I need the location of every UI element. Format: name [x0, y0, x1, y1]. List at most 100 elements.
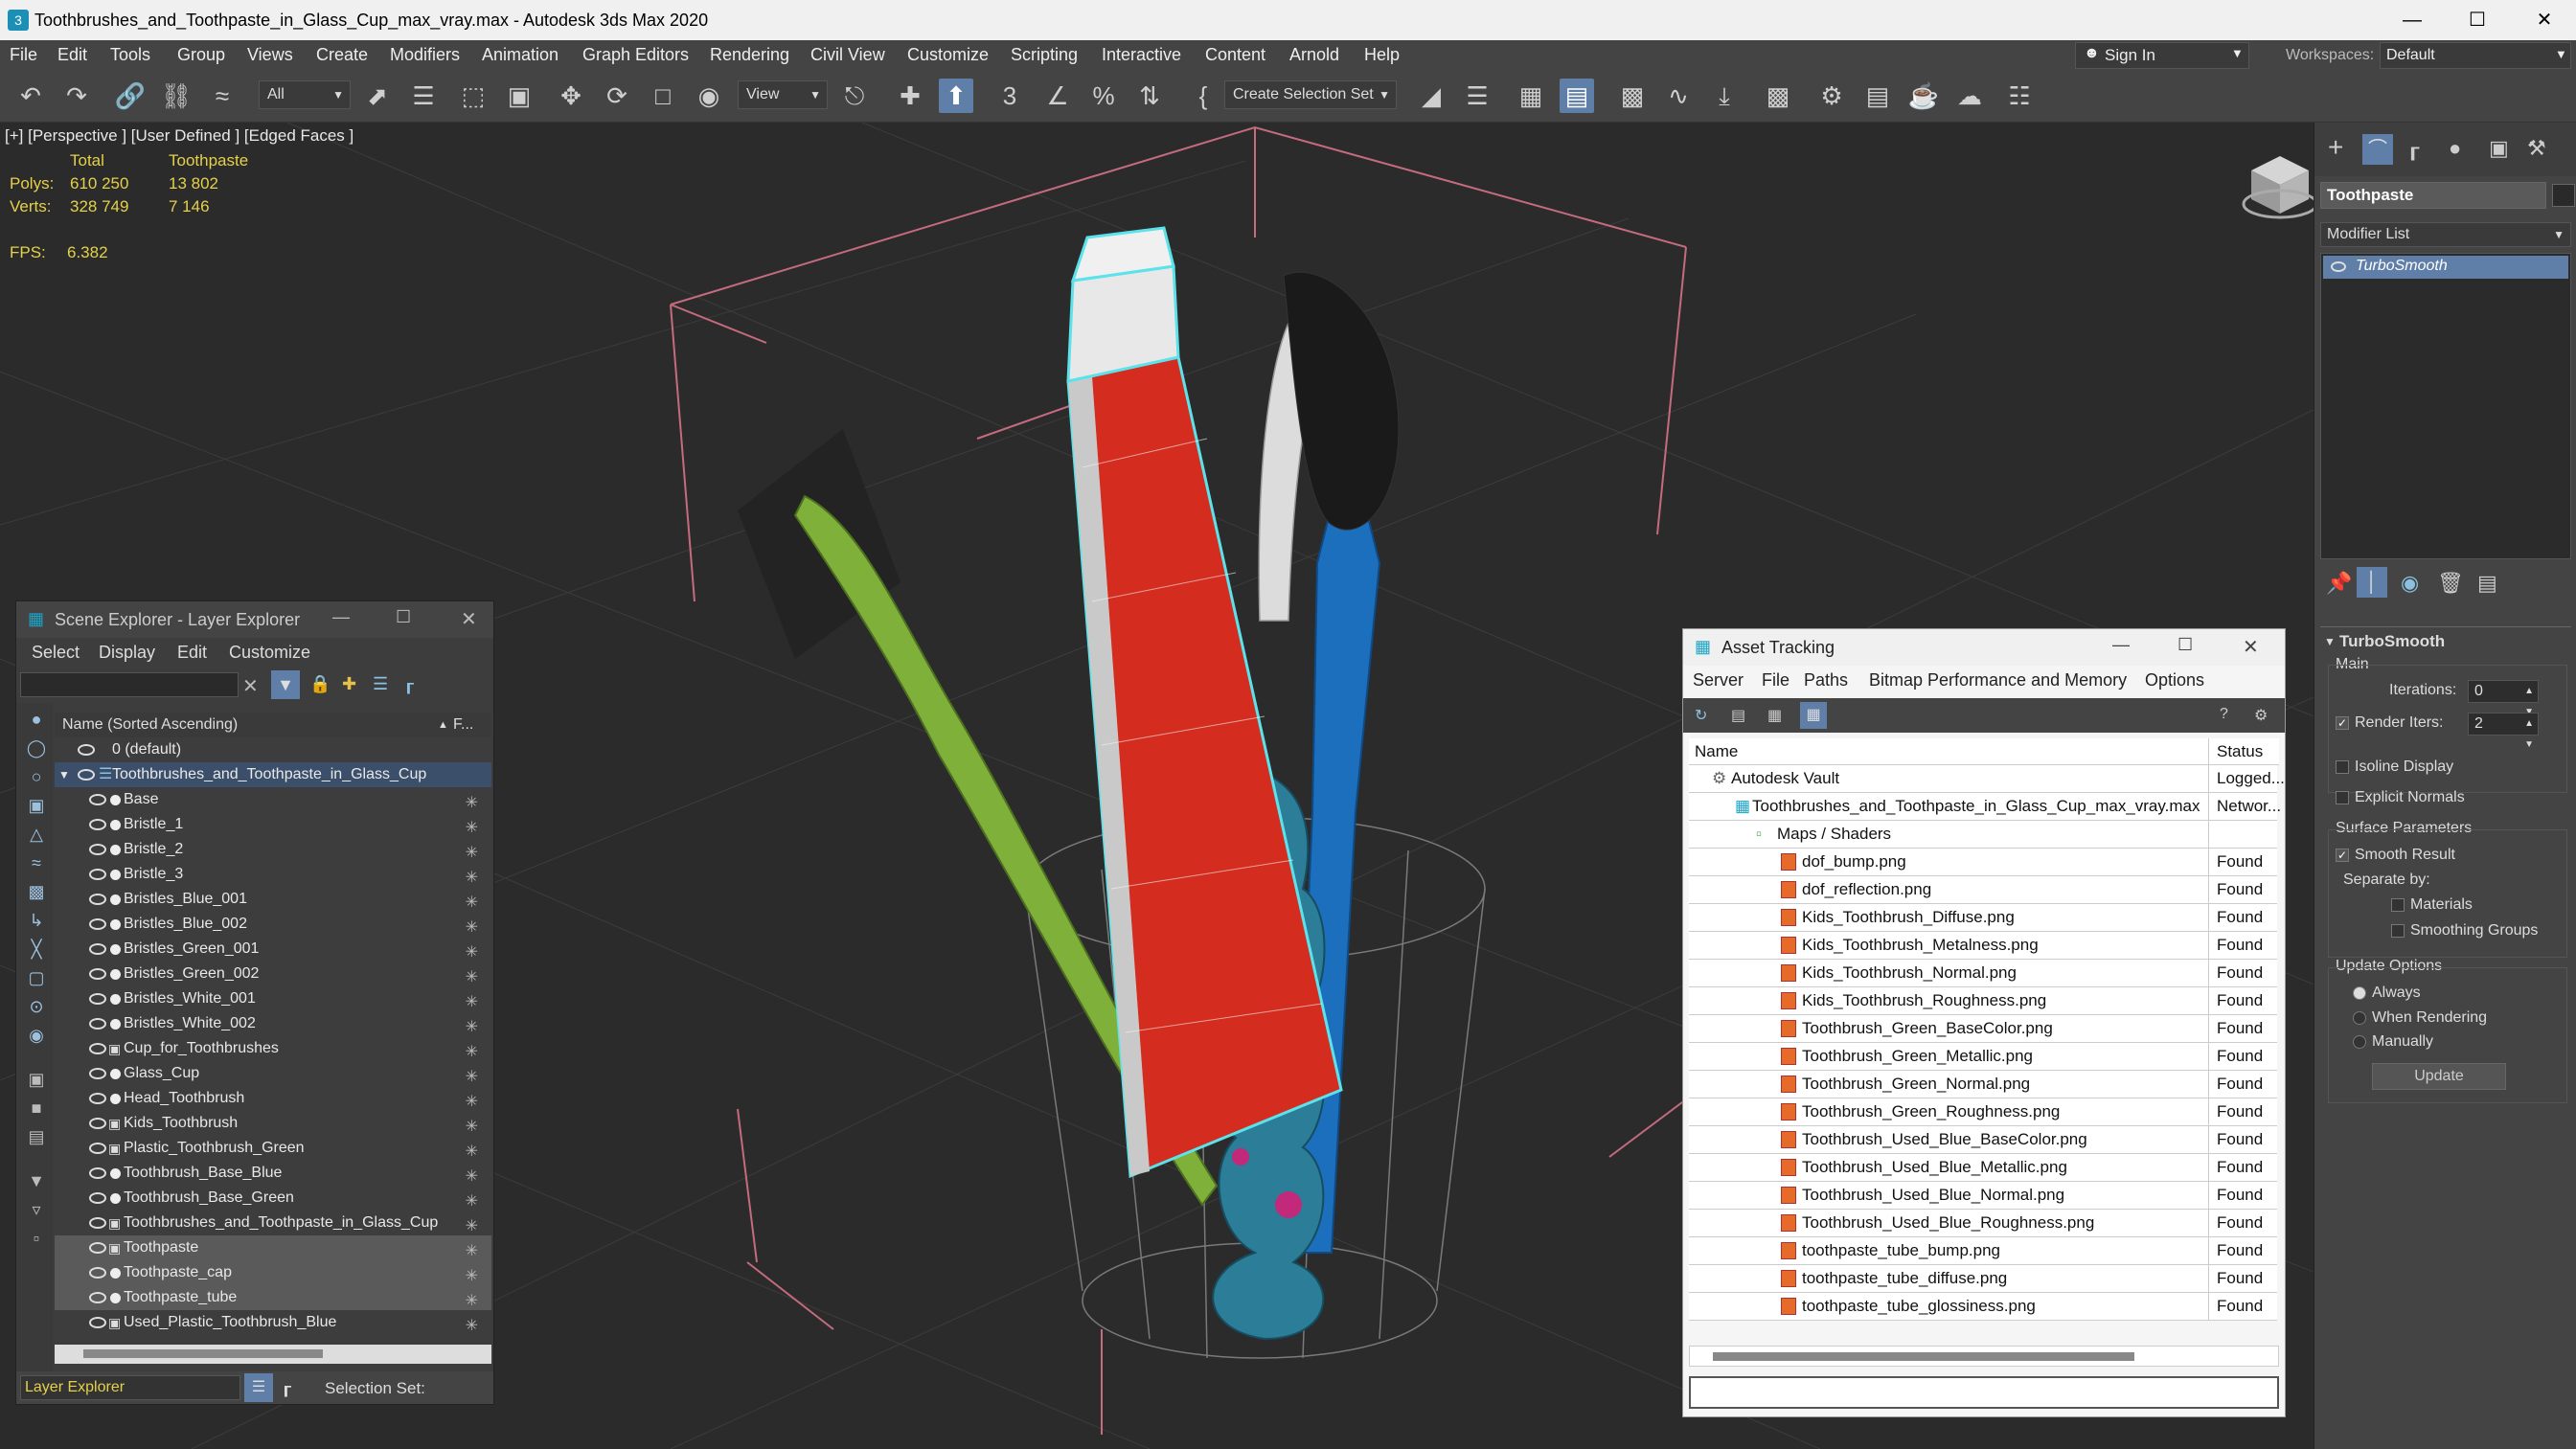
- viewcube-icon[interactable]: [2242, 156, 2314, 219]
- eye-icon[interactable]: [89, 1167, 106, 1179]
- curve-editor-icon[interactable]: ∿: [1661, 79, 1696, 113]
- asset-row[interactable]: Toothbrush_Used_Blue_BaseColor.png Found: [1689, 1126, 2277, 1154]
- unlink-icon[interactable]: ⛓: [159, 79, 194, 113]
- asset-row[interactable]: Toothbrush_Green_Normal.png Found: [1689, 1071, 2277, 1098]
- object-row[interactable]: ▣ Plastic_Toothbrush_Green ✳: [55, 1136, 491, 1161]
- groups-filter-icon[interactable]: ▩: [24, 879, 49, 904]
- asset-row[interactable]: Kids_Toothbrush_Diffuse.png Found: [1689, 904, 2277, 932]
- se-search-input[interactable]: [20, 672, 239, 697]
- eye-icon[interactable]: [89, 819, 106, 830]
- modifier-list-dropdown[interactable]: Modifier List ▼: [2320, 222, 2571, 247]
- edit-named-selection-icon[interactable]: {: [1186, 79, 1220, 113]
- named-selection-set-dropdown[interactable]: Create Selection Set ▼: [1224, 80, 1397, 109]
- schematic-view-icon[interactable]: ⤓: [1707, 79, 1742, 113]
- eye-icon[interactable]: [89, 1118, 106, 1129]
- asset-row[interactable]: Toothbrush_Used_Blue_Normal.png Found: [1689, 1182, 2277, 1210]
- pivot-center-icon[interactable]: ⎋: [837, 79, 872, 113]
- list-icon[interactable]: ▤: [1731, 706, 1745, 725]
- asset-row[interactable]: toothpaste_tube_bump.png Found: [1689, 1237, 2277, 1265]
- menu-graph-editors[interactable]: Graph Editors: [582, 45, 689, 65]
- select-object-icon[interactable]: ⬈: [360, 79, 395, 113]
- lights-filter-icon[interactable]: ○: [24, 764, 49, 789]
- object-row[interactable]: ▣ Toothbrushes_and_Toothpaste_in_Glass_Cu…: [55, 1211, 491, 1235]
- minimize-button[interactable]: —: [2112, 635, 2130, 655]
- display-all-icon[interactable]: ▣: [24, 1067, 49, 1092]
- object-row[interactable]: Bristles_Blue_002 ✳: [55, 912, 491, 937]
- eye-icon[interactable]: [89, 1192, 106, 1204]
- object-row[interactable]: Base ✳: [55, 787, 491, 812]
- asset-row[interactable]: Kids_Toothbrush_Roughness.png Found: [1689, 987, 2277, 1015]
- manually-radio[interactable]: [2353, 1035, 2366, 1049]
- se-menu-customize[interactable]: Customize: [229, 643, 310, 663]
- object-row[interactable]: Bristles_Blue_001 ✳: [55, 887, 491, 912]
- redo-icon[interactable]: ↷: [59, 79, 94, 113]
- eye-icon[interactable]: [89, 1292, 106, 1303]
- object-name-field[interactable]: Toothpaste: [2320, 182, 2546, 209]
- motion-tab-icon[interactable]: ●: [2449, 136, 2461, 161]
- move-icon[interactable]: ✥: [554, 79, 588, 113]
- scene-explorer-titlebar[interactable]: Scene Explorer - Layer Explorer: [16, 601, 493, 638]
- spacewarps-filter-icon[interactable]: ≈: [24, 850, 49, 875]
- render-production-icon[interactable]: ☕: [1906, 79, 1941, 113]
- render-in-cloud-icon[interactable]: ☁: [1952, 79, 1987, 113]
- hierarchy-tab-icon[interactable]: ┎: [2406, 136, 2419, 161]
- explicit-normals-checkbox[interactable]: [2336, 791, 2349, 804]
- select-manipulate-icon[interactable]: ✚: [893, 79, 927, 113]
- asset-status-column[interactable]: Status: [2208, 738, 2263, 765]
- menu-modifiers[interactable]: Modifiers: [390, 45, 460, 65]
- close-button[interactable]: ✕: [2516, 0, 2573, 40]
- containers-filter-icon[interactable]: ▢: [24, 965, 49, 990]
- asset-tracking-titlebar[interactable]: Asset Tracking: [1683, 629, 2285, 666]
- asset-row[interactable]: Kids_Toothbrush_Metalness.png Found: [1689, 932, 2277, 960]
- asset-row[interactable]: Toothbrush_Used_Blue_Metallic.png Found: [1689, 1154, 2277, 1182]
- scene-file-row[interactable]: ▦ Toothbrushes_and_Toothpaste_in_Glass_C…: [1689, 793, 2281, 821]
- eye-icon[interactable]: [89, 993, 106, 1005]
- asset-row[interactable]: Toothbrush_Green_BaseColor.png Found: [1689, 1015, 2277, 1043]
- sign-in-dropdown[interactable]: ☻ Sign In ▼: [2075, 42, 2249, 69]
- utilities-tab-icon[interactable]: ⚒: [2527, 136, 2546, 161]
- smoothing-groups-checkbox[interactable]: [2391, 924, 2405, 938]
- explorer-type-dropdown[interactable]: Layer Explorer: [20, 1375, 240, 1400]
- xrefs-filter-icon[interactable]: ↳: [24, 908, 49, 933]
- object-row[interactable]: Bristle_2 ✳: [55, 837, 491, 862]
- toggle-ribbon-icon[interactable]: ▩: [1615, 79, 1650, 113]
- close-button[interactable]: ✕: [2243, 635, 2259, 659]
- filter-icon[interactable]: ▼: [271, 670, 300, 699]
- asset-row[interactable]: Toothbrush_Green_Metallic.png Found: [1689, 1043, 2277, 1071]
- object-row[interactable]: Toothbrush_Base_Blue ✳: [55, 1161, 491, 1186]
- layer-row-default[interactable]: 0 (default): [55, 737, 491, 762]
- at-menu-file[interactable]: File: [1762, 670, 1790, 691]
- menu-animation[interactable]: Animation: [482, 45, 559, 65]
- eye-icon[interactable]: [89, 1018, 106, 1030]
- maximize-button[interactable]: ☐: [396, 607, 411, 627]
- settings-icon[interactable]: ⚙: [2254, 706, 2268, 725]
- isoline-checkbox[interactable]: [2336, 760, 2349, 774]
- asset-row[interactable]: Kids_Toothbrush_Normal.png Found: [1689, 960, 2277, 987]
- render-shortcuts-icon[interactable]: ☷: [2002, 79, 2037, 113]
- object-row[interactable]: Toothpaste_tube ✳: [55, 1285, 491, 1310]
- hierarchy-toggle-icon[interactable]: ┎: [281, 1377, 291, 1397]
- invert-display-icon[interactable]: ▤: [24, 1124, 49, 1149]
- object-row[interactable]: Bristles_White_002 ✳: [55, 1011, 491, 1036]
- menu-tools[interactable]: Tools: [110, 45, 150, 65]
- menu-file[interactable]: File: [10, 45, 37, 65]
- keyboard-shortcut-override-icon[interactable]: ⬆: [939, 79, 973, 113]
- modifier-stack-item[interactable]: TurboSmooth: [2323, 256, 2568, 279]
- minimize-button[interactable]: —: [2383, 0, 2441, 40]
- link-icon[interactable]: 🔗: [113, 79, 148, 113]
- eye-icon[interactable]: [89, 869, 106, 880]
- select-by-name-icon[interactable]: ☰: [406, 79, 441, 113]
- eye-icon[interactable]: [89, 1093, 106, 1104]
- table-icon[interactable]: ▦: [1800, 702, 1827, 729]
- selection-filter-dropdown[interactable]: All ▼: [259, 80, 351, 109]
- vault-row[interactable]: ⚙ Autodesk Vault Logged...: [1689, 765, 2285, 793]
- object-color-swatch[interactable]: [2552, 184, 2575, 207]
- clear-search-icon[interactable]: ✕: [242, 674, 259, 698]
- lock-icon[interactable]: 🔒: [309, 674, 331, 694]
- eye-icon[interactable]: [89, 1242, 106, 1254]
- maps-folder-row[interactable]: ▫ Maps / Shaders: [1689, 821, 2277, 849]
- collapse-arrow-icon[interactable]: ▼: [58, 762, 70, 787]
- asset-row[interactable]: dof_reflection.png Found: [1689, 876, 2277, 904]
- help-icon[interactable]: ?: [2220, 706, 2228, 723]
- menu-group[interactable]: Group: [177, 45, 225, 65]
